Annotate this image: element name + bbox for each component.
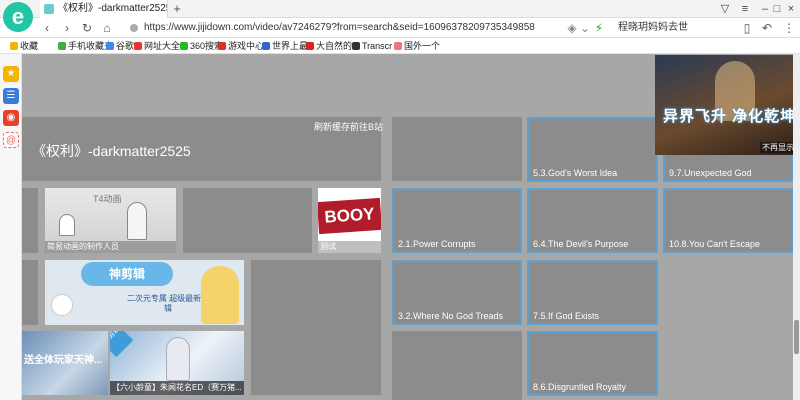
tile-empty — [183, 188, 312, 253]
tab-title: 《权利》-darkmatter2525正在... — [58, 3, 167, 14]
episode-tile[interactable]: 5.3.God's Worst Idea — [527, 117, 658, 182]
w-icon — [352, 42, 360, 50]
episode-tile[interactable]: 3.2.Where No God Treads — [392, 260, 522, 325]
tile-empty — [392, 117, 522, 181]
lock-icon — [130, 24, 138, 32]
bilibili-link[interactable]: 前往B站 — [350, 120, 383, 133]
episode-tile[interactable]: 8.6.Disgruntled Royalty — [527, 331, 658, 396]
list-icon[interactable]: ☰ — [3, 88, 19, 104]
tile-empty — [251, 260, 381, 395]
tab-favicon-icon — [44, 4, 54, 14]
shirt-icon[interactable]: ▽ — [718, 2, 732, 16]
episode-tile[interactable]: 7.5.If God Exists — [527, 260, 658, 325]
video-thumbnail[interactable]: 神剪辑 二次元专属 超级最新剪辑 — [45, 260, 244, 325]
browser-logo-icon[interactable]: e — [3, 2, 33, 32]
globe-icon — [134, 42, 142, 50]
home-icon[interactable]: ⌂ — [100, 21, 114, 35]
ad-title: 异界飞升 净化乾坤 — [663, 108, 797, 125]
google-icon — [106, 42, 114, 50]
bookmarks-bar: 收藏 手机收藏夹 谷歌 网址大全 360搜索 游戏中心 世界上最 大自然的 Tr… — [0, 38, 800, 54]
video-thumbnail[interactable]: BOOY 测试 — [318, 188, 381, 253]
undo-icon[interactable]: ↶ — [760, 21, 774, 35]
episode-tile[interactable]: 10.8.You Can't Escape — [663, 188, 794, 253]
tab-bar: 《权利》-darkmatter2525正在... + ▽ ≡ – □ × — [0, 0, 800, 18]
ad-dismiss-button[interactable]: 不再显示 — [760, 142, 796, 153]
bookmark-nature[interactable]: 大自然的 — [306, 40, 352, 52]
game-ad-banner[interactable]: 异界飞升 净化乾坤 不再显示 — [655, 55, 800, 155]
gamepad-icon — [218, 42, 226, 50]
page-icon — [262, 42, 270, 50]
anime-character-icon — [201, 266, 239, 324]
mobile-icon[interactable]: ▯ — [740, 21, 754, 35]
new-tab-button[interactable]: + — [170, 2, 184, 16]
forward-icon[interactable]: › — [60, 21, 74, 35]
video-thumbnail[interactable]: 神剪辑 【六小龄童】朱闻花名ED（赛万猪... — [110, 331, 244, 395]
weibo-icon[interactable]: ◉ — [3, 110, 19, 126]
bookmark-foreign[interactable]: 国外一个 — [394, 40, 440, 52]
close-button[interactable]: × — [784, 2, 798, 16]
bookmark-360[interactable]: 360搜索 — [180, 40, 223, 52]
character-figure-icon — [166, 337, 190, 381]
video-title-tile: 刷新缓存 前往B站 《权利》-darkmatter2525 — [22, 117, 383, 181]
address-bar: ‹ › ↻ ⌂ https://www.jijidown.com/video/a… — [0, 18, 800, 38]
chick-character-icon — [51, 294, 73, 316]
character-figure-icon — [59, 214, 75, 236]
video-thumbnail[interactable]: 送全体玩家天神... — [22, 331, 108, 395]
episode-tile[interactable]: 2.1.Power Corrupts — [392, 188, 522, 253]
more-icon[interactable]: ⋮ — [782, 21, 796, 35]
tile-empty — [22, 260, 38, 325]
maximize-button[interactable]: □ — [770, 2, 784, 16]
refresh-cache-link[interactable]: 刷新缓存 — [314, 120, 350, 133]
back-icon[interactable]: ‹ — [40, 21, 54, 35]
url-input[interactable]: https://www.jijidown.com/video/av7246279… — [130, 21, 555, 35]
bookmark-favorites[interactable]: 收藏 — [10, 40, 38, 52]
weibo-icon — [306, 42, 314, 50]
channel-logo: 神剪辑 — [81, 262, 173, 286]
chevron-down-icon[interactable]: ⌄ — [578, 21, 592, 35]
scrollbar-thumb[interactable] — [794, 320, 799, 354]
episode-tile[interactable]: 6.4.The Devil's Purpose — [527, 188, 658, 253]
tile-empty — [22, 188, 38, 253]
shield-icon[interactable]: ◈ — [565, 21, 579, 35]
video-thumbnail[interactable]: T4动画 简易动画的制作人员 — [45, 188, 176, 253]
bookmark-mobile[interactable]: 手机收藏夹 — [58, 40, 113, 52]
page-icon — [394, 42, 402, 50]
bookmark-directory[interactable]: 网址大全 — [134, 40, 180, 52]
at-icon[interactable]: @ — [3, 132, 19, 148]
star-icon — [10, 42, 18, 50]
bookmark-transcr[interactable]: Transcr — [352, 40, 392, 52]
left-sidebar: ★ ☰ ◉ @ — [0, 54, 22, 400]
search-input[interactable]: 程晓玥妈妈去世 — [618, 21, 710, 35]
character-figure-icon — [127, 202, 147, 240]
menu-icon[interactable]: ≡ — [738, 2, 752, 16]
star-icon[interactable]: ★ — [3, 66, 19, 82]
page-title: 《权利》-darkmatter2525 — [32, 143, 191, 159]
tile-empty — [392, 331, 522, 400]
refresh-icon[interactable]: ↻ — [80, 21, 94, 35]
bolt-icon[interactable]: ⚡ — [592, 21, 606, 35]
bookmark-world[interactable]: 世界上最 — [262, 40, 308, 52]
phone-icon — [58, 42, 66, 50]
search-icon — [180, 42, 188, 50]
bookmark-google[interactable]: 谷歌 — [106, 40, 134, 52]
browser-tab[interactable]: 《权利》-darkmatter2525正在... — [40, 0, 168, 18]
bookmark-games[interactable]: 游戏中心 — [218, 40, 264, 52]
